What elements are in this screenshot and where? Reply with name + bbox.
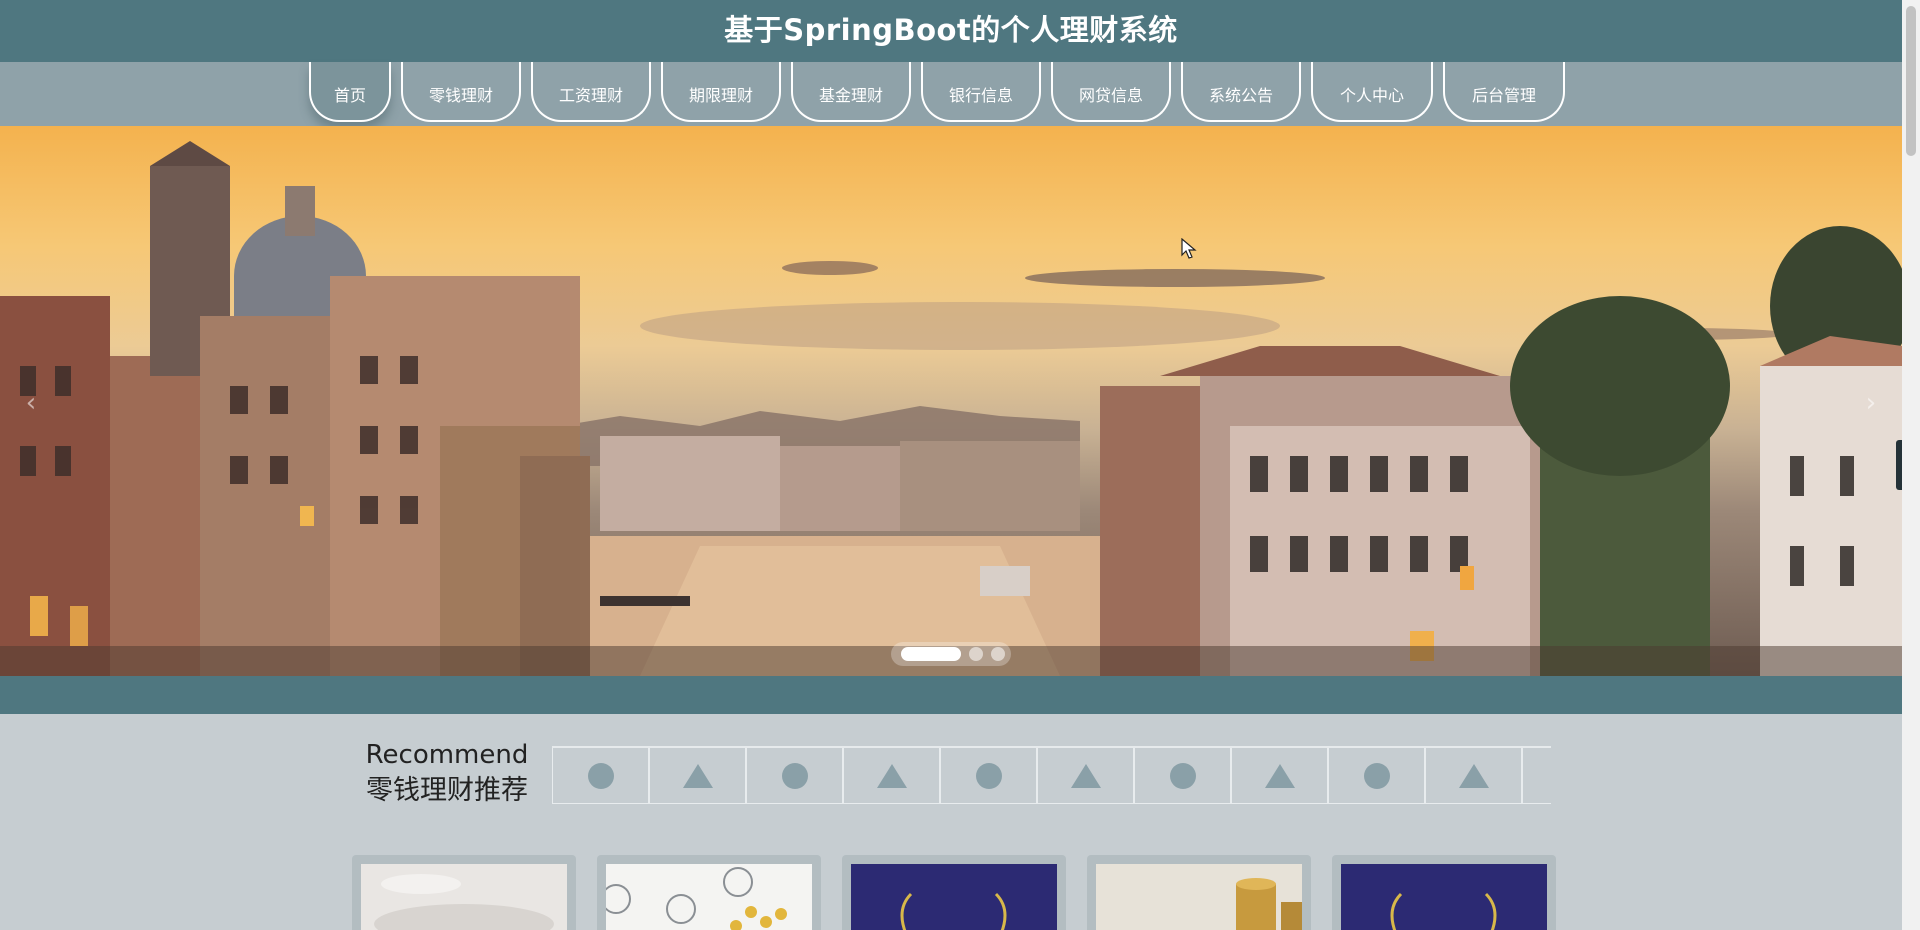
circle-icon	[781, 762, 808, 789]
circle-icon	[975, 762, 1002, 789]
recommend-tab[interactable]	[1522, 748, 1551, 804]
banner-prev-button[interactable]: ‹	[16, 388, 46, 418]
recommend-title-en: Recommend	[365, 740, 529, 770]
triangle-icon	[1070, 763, 1101, 788]
scrollbar-thumb[interactable]	[1906, 6, 1916, 156]
nav-item-fund-finance[interactable]: 基金理财	[791, 62, 911, 122]
nav-item-salary-finance[interactable]: 工资理财	[531, 62, 651, 122]
product-image	[851, 864, 1057, 930]
recommend-tab[interactable]	[552, 748, 649, 804]
recommend-tab[interactable]	[1425, 748, 1522, 804]
recommend-tab[interactable]	[843, 748, 940, 804]
banner-dot-2[interactable]	[969, 647, 983, 661]
product-card[interactable]	[1087, 855, 1311, 930]
nav-item-term-finance[interactable]: 期限理财	[661, 62, 781, 122]
product-image	[1096, 864, 1302, 930]
nav-item-personal-center[interactable]: 个人中心	[1311, 62, 1433, 122]
product-card[interactable]	[597, 855, 821, 930]
product-image	[361, 864, 567, 930]
nav-item-change-finance[interactable]: 零钱理财	[401, 62, 521, 122]
product-card[interactable]	[842, 855, 1066, 930]
circle-icon	[587, 762, 614, 789]
nav-item-admin[interactable]: 后台管理	[1443, 62, 1565, 122]
mouse-cursor-icon	[1181, 238, 1197, 259]
recommend-tab[interactable]	[1134, 748, 1231, 804]
triangle-icon	[682, 763, 713, 788]
banner-carousel[interactable]: ‹ ›	[0, 126, 1902, 676]
nav-item-announcements[interactable]: 系统公告	[1181, 62, 1301, 122]
banner-pagination	[891, 642, 1011, 666]
triangle-icon	[1264, 763, 1295, 788]
nav-item-loan-info[interactable]: 网贷信息	[1051, 62, 1171, 122]
section-divider	[0, 676, 1902, 714]
main-nav: 首页 零钱理财 工资理财 期限理财 基金理财 银行信息 网贷信息 系统公告 个人…	[0, 62, 1902, 126]
product-cards	[352, 855, 1556, 930]
banner-dot-1[interactable]	[901, 647, 961, 661]
nav-item-bank-info[interactable]: 银行信息	[921, 62, 1041, 122]
recommend-tab[interactable]	[1231, 748, 1328, 804]
product-image	[1341, 864, 1547, 930]
circle-icon	[1363, 762, 1390, 789]
recommend-heading: Recommend 零钱理财推荐	[352, 738, 542, 810]
recommend-title-cn: 零钱理财推荐	[366, 775, 528, 806]
nav-item-home[interactable]: 首页	[309, 62, 391, 122]
circle-icon	[1169, 762, 1196, 789]
site-header: 基于SpringBoot的个人理财系统	[0, 0, 1902, 62]
recommend-tab[interactable]	[746, 748, 843, 804]
recommend-tab[interactable]	[1037, 748, 1134, 804]
product-card[interactable]	[352, 855, 576, 930]
nav-list: 首页 零钱理财 工资理财 期限理财 基金理财 银行信息 网贷信息 系统公告 个人…	[309, 62, 1565, 126]
banner-dot-3[interactable]	[991, 647, 1005, 661]
site-title: 基于SpringBoot的个人理财系统	[724, 13, 1178, 47]
recommend-tabs	[552, 746, 1551, 804]
banner-image	[0, 141, 1902, 676]
banner-next-button[interactable]: ›	[1856, 388, 1886, 418]
triangle-icon	[1458, 763, 1489, 788]
page-scrollbar[interactable]	[1902, 0, 1920, 930]
recommend-tab[interactable]	[940, 748, 1037, 804]
recommend-tab[interactable]	[649, 748, 746, 804]
product-image	[606, 864, 812, 930]
triangle-icon	[876, 763, 907, 788]
product-card[interactable]	[1332, 855, 1556, 930]
recommend-tab[interactable]	[1328, 748, 1425, 804]
